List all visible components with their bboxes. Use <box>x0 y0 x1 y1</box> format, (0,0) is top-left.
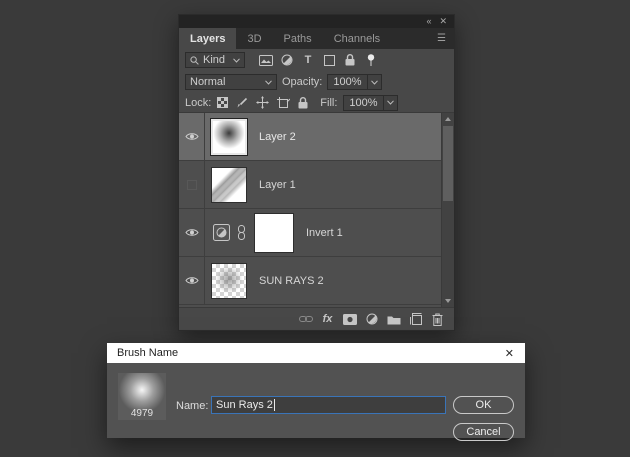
panel-menu-icon[interactable]: ☰ <box>429 28 454 49</box>
scroll-down-arrow[interactable] <box>442 295 454 307</box>
chevron-down-icon[interactable] <box>383 96 397 110</box>
filter-adjustment-layers-icon[interactable] <box>279 52 295 68</box>
layer-list: Layer 2 Layer 1 Invert 1 <box>179 113 454 307</box>
layer-style-icon[interactable]: fx <box>320 312 335 327</box>
panel-titlebar: « ✕ <box>179 15 454 28</box>
scrollbar[interactable] <box>441 113 454 307</box>
tab-3d[interactable]: 3D <box>236 28 272 49</box>
scroll-up-arrow[interactable] <box>442 113 454 125</box>
new-layer-icon[interactable] <box>408 312 423 327</box>
opacity-value: 100% <box>328 76 366 88</box>
visibility-cell[interactable] <box>179 209 205 256</box>
lock-position-icon[interactable] <box>256 96 269 109</box>
tab-paths[interactable]: Paths <box>273 28 323 49</box>
dialog-body: 4979 Name: Sun Rays 2 OK Cancel <box>107 363 525 438</box>
blend-mode-value: Normal <box>190 76 225 88</box>
chevron-down-icon <box>233 58 240 63</box>
filter-toggle-icon[interactable] <box>363 52 379 68</box>
layer-thumbnail[interactable] <box>211 119 247 155</box>
layer-mask-thumbnail[interactable] <box>254 213 294 253</box>
dialog-title: Brush Name <box>107 347 178 359</box>
filter-row: Kind T <box>179 49 454 71</box>
ok-button[interactable]: OK <box>453 396 514 414</box>
tab-layers[interactable]: Layers <box>179 28 236 49</box>
text-caret <box>274 399 275 411</box>
layer-row-layer-1[interactable]: Layer 1 <box>179 161 454 209</box>
scrollbar-thumb[interactable] <box>443 126 453 201</box>
new-group-icon[interactable] <box>386 312 401 327</box>
filter-pixel-layers-icon[interactable] <box>258 52 274 68</box>
adjustment-layer-icon[interactable] <box>213 224 230 241</box>
eye-hidden-box <box>187 180 197 190</box>
filter-smart-object-icon[interactable] <box>342 52 358 68</box>
filter-type-layers-icon[interactable]: T <box>300 52 316 68</box>
eye-icon <box>185 276 199 285</box>
eye-icon <box>185 132 199 141</box>
layer-name: SUN RAYS 2 <box>259 275 324 287</box>
filter-kind-label: Kind <box>203 54 225 66</box>
layer-thumbnail[interactable] <box>211 263 247 299</box>
panel-toolbar: fx <box>179 307 454 330</box>
link-layers-icon[interactable] <box>298 312 313 327</box>
fill-field[interactable]: 100% <box>343 95 397 111</box>
lock-row: Lock: Fill: 100% <box>179 93 454 113</box>
lock-image-icon[interactable] <box>236 97 248 109</box>
chevron-down-icon[interactable] <box>367 75 381 89</box>
fill-value: 100% <box>344 97 382 109</box>
opacity-field[interactable]: 100% <box>327 74 381 90</box>
layers-panel: « ✕ Layers 3D Paths Channels ☰ Kind T <box>178 14 455 331</box>
brush-name-value: Sun Rays 2 <box>216 399 273 411</box>
visibility-cell[interactable] <box>179 113 205 160</box>
collapse-panel-icon[interactable]: « <box>426 17 431 26</box>
dialog-titlebar[interactable]: Brush Name ✕ <box>107 343 525 363</box>
tab-channels[interactable]: Channels <box>323 28 391 49</box>
close-panel-icon[interactable]: ✕ <box>439 17 447 26</box>
eye-icon <box>185 228 199 237</box>
new-adjustment-layer-icon[interactable] <box>364 312 379 327</box>
dialog-close-icon[interactable]: ✕ <box>494 347 525 360</box>
lock-all-icon[interactable] <box>298 97 308 109</box>
blend-mode-dropdown[interactable]: Normal <box>185 74 277 90</box>
layer-name: Layer 2 <box>259 131 296 143</box>
add-layer-mask-icon[interactable] <box>342 312 357 327</box>
panel-tab-bar: Layers 3D Paths Channels ☰ <box>179 28 454 49</box>
opacity-label: Opacity: <box>282 76 322 88</box>
layer-row-layer-2[interactable]: Layer 2 <box>179 113 454 161</box>
brush-size-number: 4979 <box>118 408 166 419</box>
cancel-button[interactable]: Cancel <box>453 423 514 441</box>
lock-label: Lock: <box>185 97 211 109</box>
layer-row-sun-rays-2[interactable]: SUN RAYS 2 <box>179 257 454 305</box>
layer-name: Layer 1 <box>259 179 296 191</box>
fill-label: Fill: <box>320 97 337 109</box>
brush-name-dialog: Brush Name ✕ 4979 Name: Sun Rays 2 OK Ca… <box>107 343 525 438</box>
filter-kind-dropdown[interactable]: Kind <box>185 52 245 68</box>
blend-row: Normal Opacity: 100% <box>179 71 454 93</box>
visibility-cell[interactable] <box>179 161 205 208</box>
filter-shape-layers-icon[interactable] <box>321 52 337 68</box>
brush-preview: 4979 <box>118 373 166 420</box>
lock-transparency-icon[interactable] <box>217 97 228 108</box>
workspace-background: { "panel": { "controls": { "collapse": "… <box>0 0 630 457</box>
delete-layer-icon[interactable] <box>430 312 445 327</box>
layer-name: Invert 1 <box>306 227 343 239</box>
brush-name-input[interactable]: Sun Rays 2 <box>211 396 446 414</box>
lock-artboard-icon[interactable] <box>277 97 290 108</box>
layer-thumbnail[interactable] <box>211 167 247 203</box>
chevron-down-icon <box>265 80 272 85</box>
visibility-cell[interactable] <box>179 257 205 304</box>
search-icon <box>190 56 199 65</box>
layer-row-invert-1[interactable]: Invert 1 <box>179 209 454 257</box>
mask-link-icon[interactable] <box>237 225 246 240</box>
lock-buttons <box>217 96 308 109</box>
name-label: Name: <box>176 400 208 412</box>
